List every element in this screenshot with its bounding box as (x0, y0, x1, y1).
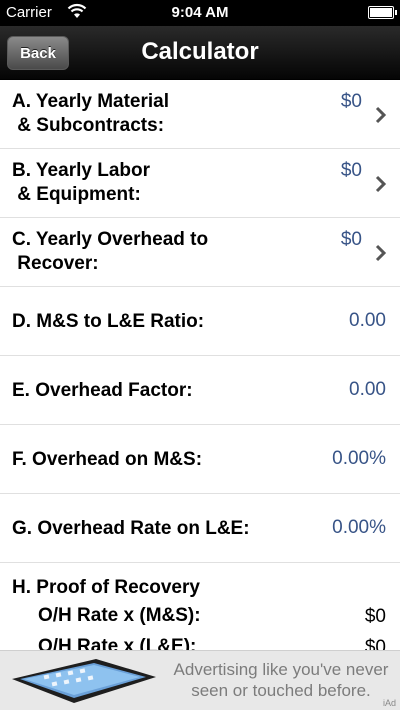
row-value: 0.00% (332, 448, 386, 469)
row-value: 0.00 (349, 379, 386, 400)
iad-badge: iAd (382, 698, 396, 708)
row-value: 0.00 (349, 310, 386, 331)
row-label: E. Overhead Factor: (12, 380, 193, 401)
battery-icon (368, 6, 397, 19)
navigation-bar: Back Calculator (0, 26, 400, 80)
status-bar: Carrier 9:04 AM (0, 0, 400, 26)
row-value: 0.00% (332, 517, 386, 538)
row-overhead-factor: E. Overhead Factor: 0.00 (0, 356, 400, 425)
row-ms-le-ratio: D. M&S to L&E Ratio: 0.00 (0, 287, 400, 356)
row-yearly-material[interactable]: A. Yearly Material & Subcontracts: $0 (0, 80, 400, 149)
row-label: D. M&S to L&E Ratio: (12, 311, 205, 332)
sub-row-value: $0 (364, 637, 386, 650)
row-overhead-on-ms: F. Overhead on M&S: 0.00% (0, 425, 400, 494)
row-label: A. Yearly Material & Subcontracts: (12, 91, 170, 136)
row-value: $0 (340, 91, 362, 112)
chevron-right-icon (375, 106, 387, 124)
sub-row-label: O/H Rate x (L&E): (38, 636, 197, 650)
row-label: H. Proof of Recovery (12, 577, 200, 598)
ipad-image (12, 659, 156, 703)
row-label: F. Overhead on M&S: (12, 449, 203, 470)
row-label: G. Overhead Rate on L&E: (12, 518, 250, 539)
calculator-list[interactable]: A. Yearly Material & Subcontracts: $0 B.… (0, 80, 400, 650)
row-label: B. Yearly Labor & Equipment: (12, 160, 150, 205)
row-label: C. Yearly Overhead to Recover: (12, 229, 209, 274)
chevron-right-icon (375, 244, 387, 262)
row-overhead-rate-le: G. Overhead Rate on L&E: 0.00% (0, 494, 400, 563)
page-title: Calculator (141, 38, 259, 65)
chevron-right-icon (375, 175, 387, 193)
row-value: $0 (340, 160, 362, 181)
clock: 9:04 AM (171, 4, 229, 21)
ad-text: Advertising like you've never seen or to… (173, 660, 389, 700)
row-value: $0 (340, 229, 362, 250)
ad-banner[interactable]: Advertising like you've never seen or to… (0, 650, 400, 710)
row-yearly-overhead[interactable]: C. Yearly Overhead to Recover: $0 (0, 218, 400, 287)
row-yearly-labor[interactable]: B. Yearly Labor & Equipment: $0 (0, 149, 400, 218)
sub-row-label: O/H Rate x (M&S): (38, 605, 201, 626)
sub-row-value: $0 (364, 606, 386, 627)
row-proof-of-recovery: H. Proof of Recovery O/H Rate x (M&S): $… (0, 563, 400, 650)
